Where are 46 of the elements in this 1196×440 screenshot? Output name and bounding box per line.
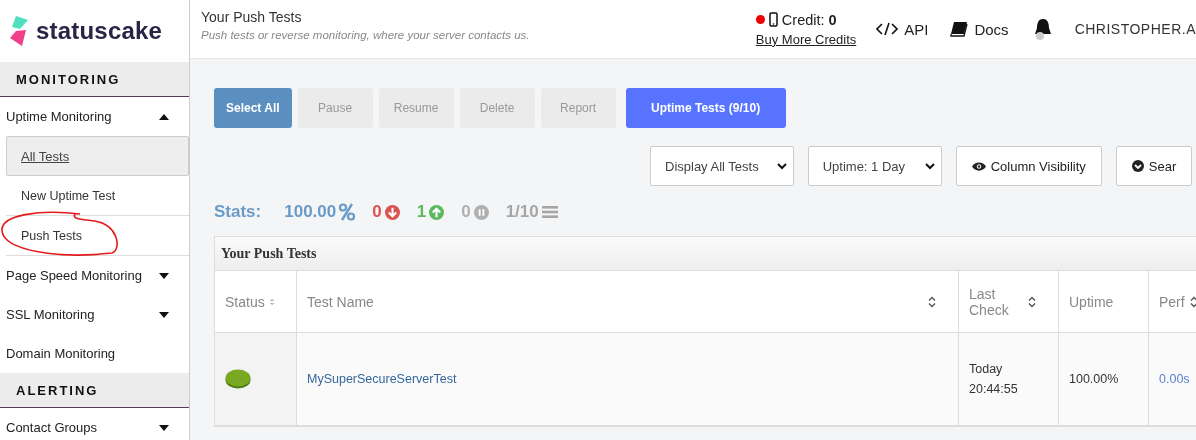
chevron-icon — [776, 162, 787, 170]
column-header[interactable]: Perf — [1149, 271, 1196, 332]
column-header[interactable]: Last Check — [959, 271, 1059, 332]
chevron-circle-icon — [1131, 160, 1144, 172]
credit-text: Credit: 0 — [781, 11, 837, 28]
dropdown[interactable]: Uptime: 1 Day — [807, 146, 942, 186]
page-title: Your Push Tests — [201, 9, 303, 25]
stat-value: 1/10 — [505, 202, 558, 222]
column-visibility-button[interactable]: Column Visibility — [955, 146, 1102, 186]
column-header[interactable]: Status — [215, 271, 297, 332]
table-cell: Today 20:44:55 — [969, 362, 1018, 396]
header-link[interactable]: API — [876, 20, 929, 38]
section-header: ALERTING — [0, 373, 189, 408]
stat-value: 100.00 — [284, 202, 356, 222]
section-header: MONITORING — [0, 62, 189, 97]
sidebar-item[interactable]: Uptime Monitoring — [0, 97, 189, 136]
sidebar-item[interactable]: Domain Monitoring — [0, 334, 189, 373]
brand-name: statuscake — [36, 17, 163, 45]
code-icon — [876, 22, 899, 36]
sidebar-item[interactable]: SSL Monitoring — [0, 295, 189, 334]
eye-icon — [971, 161, 986, 171]
page-subtitle: Push tests or reverse monitoring, where your server contacts us. — [201, 29, 531, 41]
test-name-link[interactable]: MySuperSecureServerTest — [307, 372, 457, 386]
stat-value: 1 — [416, 202, 445, 222]
column-header[interactable]: Uptime — [1059, 271, 1149, 332]
column-header[interactable]: Test Name — [297, 271, 959, 332]
chevron-icon — [924, 162, 935, 170]
sidebar-subitem[interactable]: All Tests — [6, 136, 189, 176]
table-title: Your Push Tests — [215, 237, 1196, 271]
logo-icon — [8, 16, 30, 46]
book-icon — [950, 21, 969, 37]
bell-icon[interactable] — [1032, 18, 1053, 40]
phone-icon — [768, 12, 778, 27]
dropdown[interactable]: Display All Tests — [650, 146, 794, 186]
sidebar-item[interactable]: Page Speed Monitoring — [0, 256, 189, 295]
sidebar-item[interactable]: Contact Groups — [0, 408, 189, 440]
perf-link[interactable]: 0.00s — [1159, 372, 1190, 386]
buy-credits-link[interactable]: Buy More Credits — [755, 31, 857, 47]
stats-label: Stats: — [214, 202, 262, 222]
toolbar-button[interactable]: Uptime Tests (9/10) — [625, 88, 786, 128]
table-cell: 100.00% — [1069, 372, 1119, 386]
stat-value: 0 — [461, 202, 489, 222]
user-name[interactable]: CHRISTOPHER.A — [1074, 21, 1196, 37]
header-link[interactable]: Docs — [950, 20, 1009, 38]
search-button[interactable]: Sear — [1115, 146, 1193, 186]
stat-value: 0 — [372, 202, 400, 222]
